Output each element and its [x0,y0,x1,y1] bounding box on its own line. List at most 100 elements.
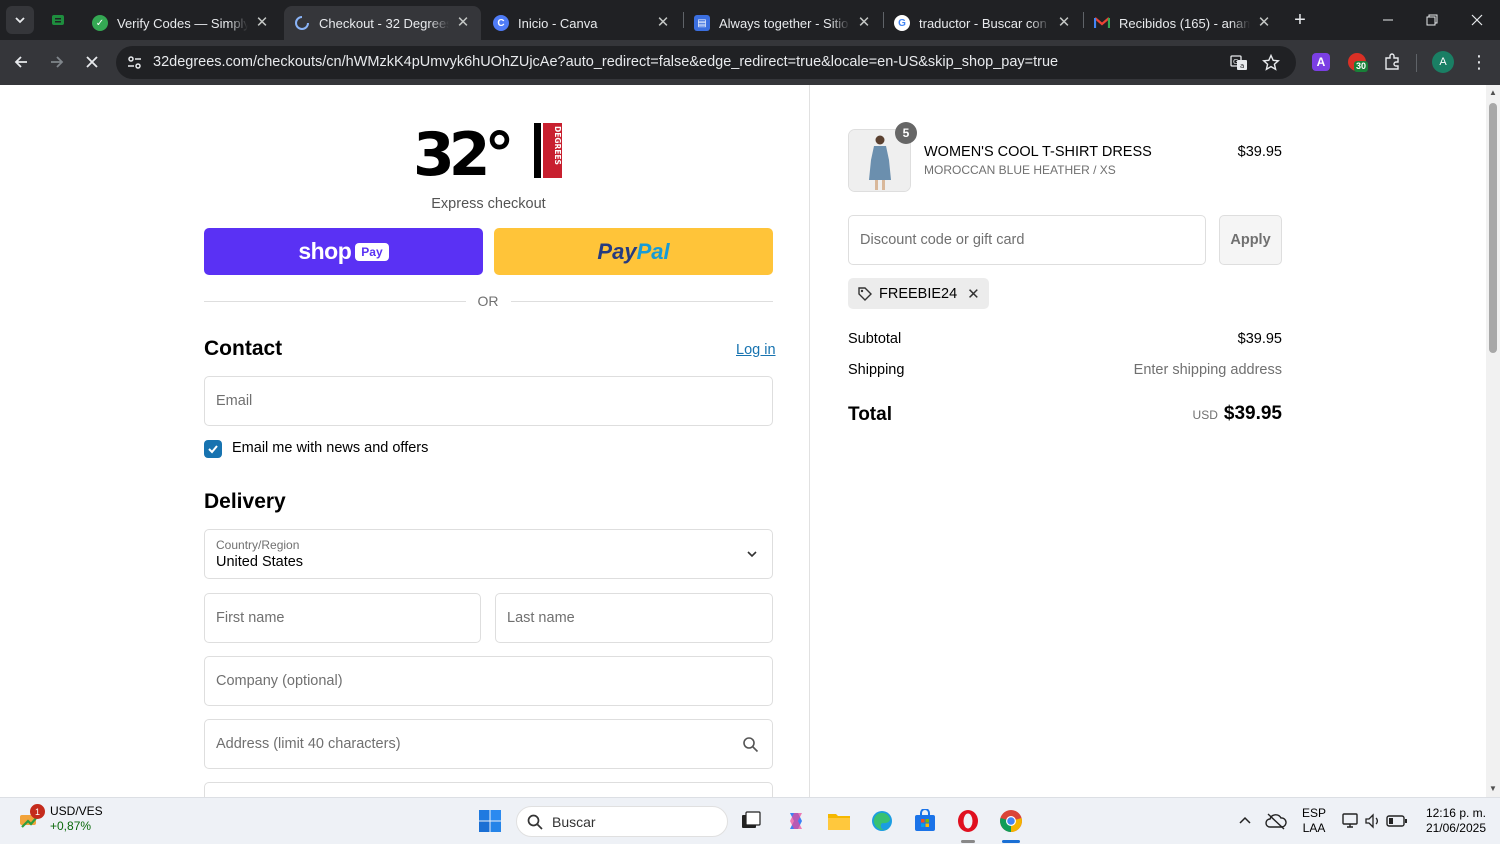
discount-placeholder: Discount code or gift card [860,232,1025,248]
close-icon[interactable]: ✕ [254,15,270,31]
email-field[interactable]: Email [204,376,773,426]
first-name-field[interactable]: First name [204,593,481,643]
tab-always-together[interactable]: ▤ Always together - Sitio web ✕ [684,6,882,40]
browser-tab-bar: ✓ Verify Codes — SimplyCodes ✕ Checkout … [0,0,1500,40]
minimize-button[interactable] [1366,0,1410,40]
remove-discount-icon[interactable]: ✕ [967,285,980,303]
newsletter-checkbox[interactable] [204,440,222,458]
volume-icon[interactable] [1360,808,1386,834]
tab-gmail[interactable]: Recibidos (165) - anamaria ✕ [1084,6,1282,40]
stop-loading-button[interactable] [78,48,106,76]
close-icon[interactable]: ✕ [655,15,671,31]
extension-coupon-icon[interactable]: 30 [1347,52,1369,72]
country-select[interactable]: Country/Region United States [204,529,773,579]
country-label: Country/Region [216,538,300,552]
tab-title: traductor - Buscar con Google [919,15,1050,31]
shipping-label: Shipping [848,362,905,378]
newsletter-label[interactable]: Email me with news and offers [232,440,428,456]
extension-a-icon[interactable]: A [1311,52,1331,72]
battery-icon[interactable] [1384,808,1410,834]
product-name: WOMEN'S COOL T-SHIRT DRESS [924,144,1152,160]
back-button[interactable] [7,48,35,76]
total-label: Total [848,404,892,425]
opera-icon[interactable] [955,808,981,834]
clock-date: 21/06/2025 [1425,821,1486,835]
chrome-icon[interactable] [998,808,1024,834]
divider-left [204,301,466,302]
scrollbar-thumb[interactable] [1489,103,1497,353]
tab-title: Always together - Sitio web [719,15,850,31]
tab-verify-codes[interactable]: ✓ Verify Codes — SimplyCodes ✕ [82,6,280,40]
svg-text:G: G [1233,58,1238,66]
scroll-up-icon[interactable]: ▲ [1489,89,1497,97]
language-indicator[interactable]: ESP LAA [1300,806,1328,836]
product-variant: MOROCCAN BLUE HEATHER / XS [924,163,1116,177]
currency-pair: USD/VES [50,804,103,818]
paypal-button[interactable]: Pay Pal [494,228,773,275]
address-field[interactable]: Address (limit 40 characters) [204,719,773,769]
applied-discount-chip: FREEBIE24 ✕ [848,278,989,309]
divider-right [511,301,773,302]
discount-code-input[interactable]: Discount code or gift card [848,215,1206,265]
simplycodes-icon: ✓ [92,15,108,31]
checkout-page: 32° DEGREES Express checkout shop Pay Pa… [0,85,1486,797]
windows-start-icon[interactable] [477,808,503,834]
translate-icon[interactable]: aG [1230,54,1248,72]
total-value: $39.95 [1223,403,1282,424]
site-info-icon[interactable] [126,54,143,71]
apply-button[interactable]: Apply [1219,215,1282,265]
address-bar[interactable]: 32degrees.com/checkouts/cn/hWMzkK4pUmvyk… [116,46,1296,79]
chrome-active-indicator [1002,840,1020,843]
taskbar-search[interactable]: Buscar [516,806,728,837]
total-amount: USD $39.95 [1193,403,1282,425]
log-in-link[interactable]: Log in [736,342,776,358]
search-icon [743,737,759,753]
microsoft-store-icon[interactable] [912,808,938,834]
close-window-button[interactable] [1455,0,1499,40]
pinned-site-icon [52,15,64,25]
tab-google-translate-search[interactable]: G traductor - Buscar con Google ✕ [884,6,1082,40]
currency-widget[interactable]: 1 USD/VES +0,87% [18,804,103,834]
file-explorer-icon[interactable] [826,808,852,834]
profile-avatar[interactable]: A [1432,51,1454,73]
close-icon[interactable]: ✕ [1056,15,1072,31]
edge-icon[interactable] [869,808,895,834]
tab-search-button[interactable] [6,6,34,34]
company-field[interactable]: Company (optional) [204,656,773,706]
page-scrollbar[interactable]: ▲ ▼ [1486,85,1500,797]
shop-pay-button[interactable]: shop Pay [204,228,483,275]
close-icon[interactable]: ✕ [455,15,471,31]
32-degrees-logo[interactable]: 32° DEGREES [415,123,562,178]
bookmark-star-icon[interactable] [1262,54,1280,72]
system-clock[interactable]: 12:16 p. m. 21/06/2025 [1414,806,1486,836]
quantity-badge: 5 [895,122,917,144]
sites-icon: ▤ [694,15,710,31]
extensions-puzzle-icon[interactable] [1382,52,1402,72]
tab-checkout[interactable]: Checkout - 32 Degrees ✕ [284,6,481,40]
tab-canva[interactable]: C Inicio - Canva ✕ [483,6,681,40]
close-icon[interactable]: ✕ [1256,15,1272,31]
scroll-down-icon[interactable]: ▼ [1489,785,1497,793]
tag-icon [858,286,872,301]
onedrive-offline-icon[interactable] [1263,808,1289,834]
express-checkout-label: Express checkout [431,196,546,212]
last-name-placeholder: Last name [507,610,575,626]
close-icon[interactable]: ✕ [856,15,872,31]
tab-title: Checkout - 32 Degrees [319,15,449,31]
browser-menu-icon[interactable]: ⋮ [1470,52,1488,72]
search-icon [527,814,543,830]
subtotal-label: Subtotal [848,331,902,347]
browser-toolbar: 32degrees.com/checkouts/cn/hWMzkK4pUmvyk… [0,40,1500,85]
restore-icon [1426,14,1438,26]
task-view-icon[interactable] [738,808,764,834]
url-text[interactable]: 32degrees.com/checkouts/cn/hWMzkK4pUmvyk… [153,54,1058,70]
forward-button[interactable] [43,48,71,76]
last-name-field[interactable]: Last name [495,593,773,643]
restore-button[interactable] [1410,0,1454,40]
tab-title: Inicio - Canva [518,15,598,31]
new-tab-button[interactable]: + [1288,8,1312,32]
show-hidden-icons-chevron-icon[interactable] [1232,808,1258,834]
apartment-field[interactable] [204,782,773,797]
copilot-icon[interactable] [783,808,809,834]
pinned-tab[interactable] [44,8,72,32]
